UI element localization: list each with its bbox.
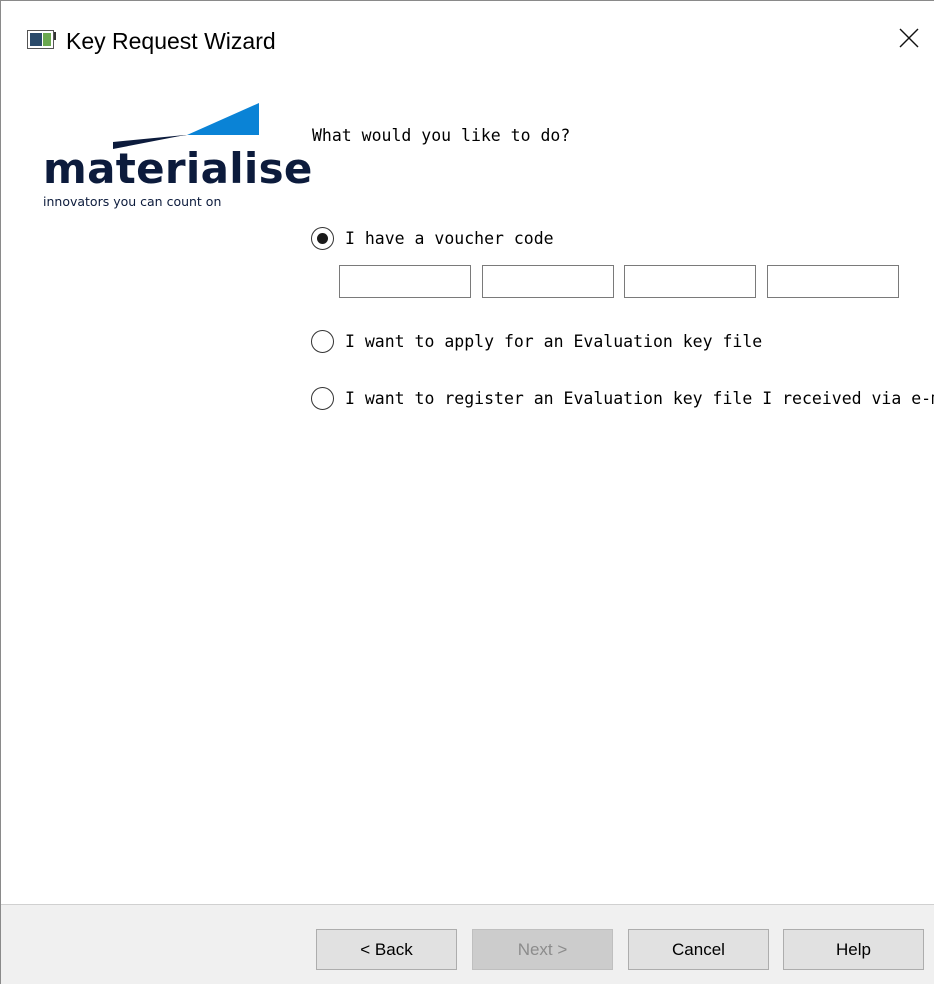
radio-voucher-code[interactable]	[311, 227, 334, 250]
window-title: Key Request Wizard	[66, 28, 276, 54]
radio-register-evaluation[interactable]	[311, 387, 334, 410]
voucher-field-4[interactable]	[767, 265, 899, 298]
cancel-button[interactable]: Cancel	[628, 929, 769, 970]
app-icon	[27, 30, 57, 50]
logo-swoosh-icon	[113, 103, 259, 149]
radio-apply-evaluation[interactable]	[311, 330, 334, 353]
title-bar: Key Request Wizard	[1, 1, 934, 81]
option-apply-evaluation[interactable]: I want to apply for an Evaluation key fi…	[311, 330, 762, 353]
close-button[interactable]	[879, 15, 934, 65]
back-button[interactable]: < Back	[316, 929, 457, 970]
option-label: I have a voucher code	[345, 229, 554, 248]
logo-wordmark: materialise	[43, 144, 313, 193]
close-icon	[899, 28, 919, 48]
option-label: I want to apply for an Evaluation key fi…	[345, 332, 763, 351]
option-register-evaluation[interactable]: I want to register an Evaluation key fil…	[311, 387, 934, 410]
option-voucher-code[interactable]: I have a voucher code	[311, 227, 554, 250]
materialise-logo: materialise innovators you can count on	[41, 101, 312, 221]
logo-tagline: innovators you can count on	[43, 194, 222, 209]
next-button[interactable]: Next >	[472, 929, 613, 970]
question-label: What would you like to do?	[312, 126, 571, 145]
option-label: I want to register an Evaluation key fil…	[345, 389, 934, 408]
voucher-field-2[interactable]	[482, 265, 614, 298]
key-request-wizard-window: Key Request Wizard materialise innovator…	[0, 0, 934, 984]
voucher-field-1[interactable]	[339, 265, 471, 298]
voucher-field-3[interactable]	[624, 265, 756, 298]
help-button[interactable]: Help	[783, 929, 924, 970]
